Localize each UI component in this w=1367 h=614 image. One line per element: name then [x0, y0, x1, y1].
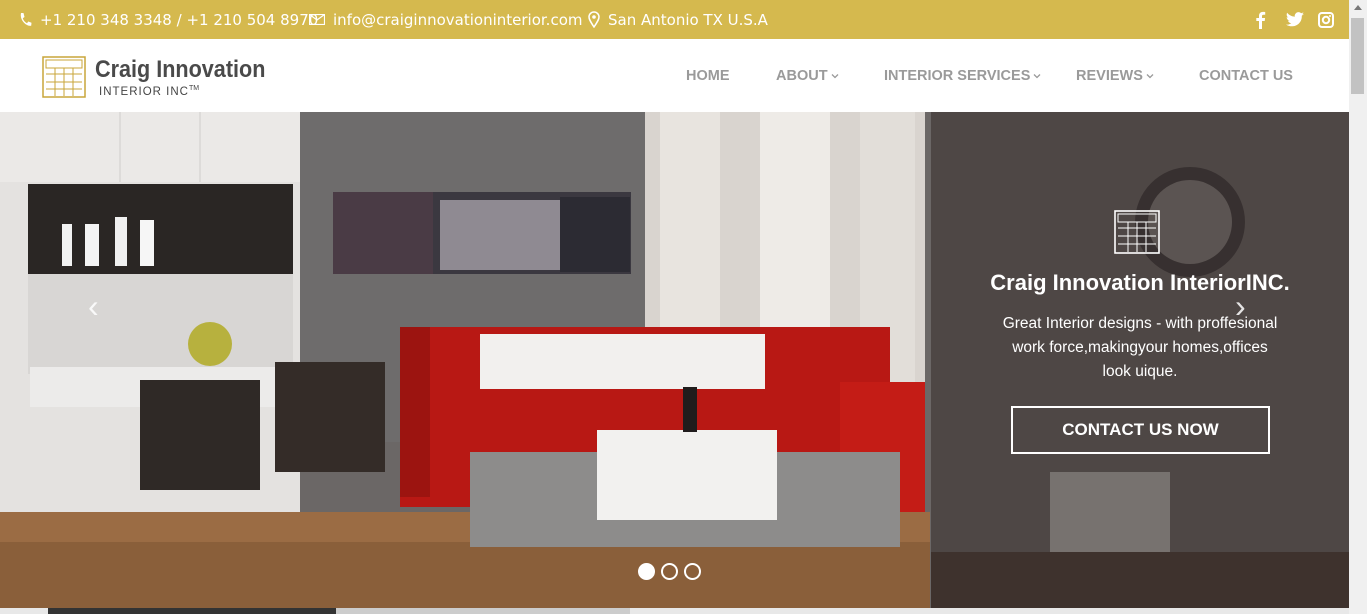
slider-indicators — [638, 563, 701, 580]
location-text: San Antonio TX U.S.A — [608, 10, 768, 29]
facebook-icon[interactable] — [1255, 11, 1266, 29]
nav-interior-services[interactable]: INTERIOR SERVICES — [884, 68, 1041, 84]
logo-subtitle: INTERIOR INCTM — [99, 85, 199, 98]
social-links — [1255, 0, 1334, 39]
logo-icon[interactable] — [42, 56, 86, 98]
chevron-down-icon — [1146, 73, 1154, 78]
hero-description-line: Great Interior designs - with proffesion… — [1002, 315, 1278, 332]
location-pin-icon — [588, 11, 600, 28]
scroll-segment — [48, 608, 336, 614]
nav-reviews-label: REVIEWS — [1076, 67, 1143, 84]
phone-icon — [20, 12, 32, 26]
hero-title: Craig Innovation InteriorINC. — [990, 270, 1290, 295]
logo-name[interactable]: Craig Innovation — [95, 56, 265, 84]
hero-description: Great Interior designs - with proffesion… — [990, 312, 1290, 384]
email-address[interactable]: info@craiginnovationinterior.com — [333, 11, 582, 29]
hero-description-line: look uique. — [1102, 363, 1178, 380]
scroll-segment — [336, 608, 630, 614]
vertical-scrollbar[interactable] — [1349, 0, 1367, 614]
chevron-down-icon — [1033, 73, 1041, 78]
instagram-icon[interactable] — [1318, 11, 1334, 28]
scroll-thumb[interactable] — [1351, 18, 1364, 94]
chevron-down-icon — [831, 73, 839, 78]
hero-logo-icon — [1114, 210, 1160, 254]
nav-reviews[interactable]: REVIEWS — [1076, 68, 1154, 84]
logo-subtitle-text: INTERIOR INC — [99, 85, 189, 98]
phone-contact[interactable]: +1 210 348 3348 / +1 210 504 8970 — [18, 0, 318, 39]
email-contact[interactable]: info@craiginnovationinterior.com — [309, 0, 582, 39]
trademark: TM — [188, 85, 200, 92]
slider-dot-3[interactable] — [684, 563, 701, 580]
phone-number[interactable]: +1 210 348 3348 / +1 210 504 8970 — [40, 11, 318, 29]
twitter-icon[interactable] — [1286, 12, 1304, 27]
nav-interior-services-label: INTERIOR SERVICES — [884, 67, 1031, 84]
nav-contact-us[interactable]: CONTACT US — [1199, 68, 1293, 84]
nav-contact-us-label: CONTACT US — [1199, 67, 1293, 84]
nav-home[interactable]: HOME — [686, 68, 730, 84]
contact-us-now-button[interactable]: CONTACT US NOW — [1011, 406, 1270, 454]
mail-icon — [309, 14, 325, 25]
site-header: Craig Innovation INTERIOR INCTM HOME ABO… — [0, 39, 1349, 112]
hero-description-line: work force,makingyour homes,offices — [1012, 339, 1268, 356]
slider-dot-1[interactable] — [638, 563, 655, 580]
location-contact: San Antonio TX U.S.A — [588, 0, 768, 39]
nav-about[interactable]: ABOUT — [776, 68, 839, 84]
top-contact-bar: +1 210 348 3348 / +1 210 504 8970 info@c… — [0, 0, 1349, 39]
horizontal-scrollbar[interactable] — [0, 608, 1349, 614]
nav-home-label: HOME — [686, 67, 730, 84]
scroll-up-arrow-icon[interactable] — [1349, 0, 1367, 14]
slider-prev-button[interactable]: ‹ — [88, 288, 99, 325]
nav-about-label: ABOUT — [776, 67, 828, 84]
slider-dot-2[interactable] — [661, 563, 678, 580]
